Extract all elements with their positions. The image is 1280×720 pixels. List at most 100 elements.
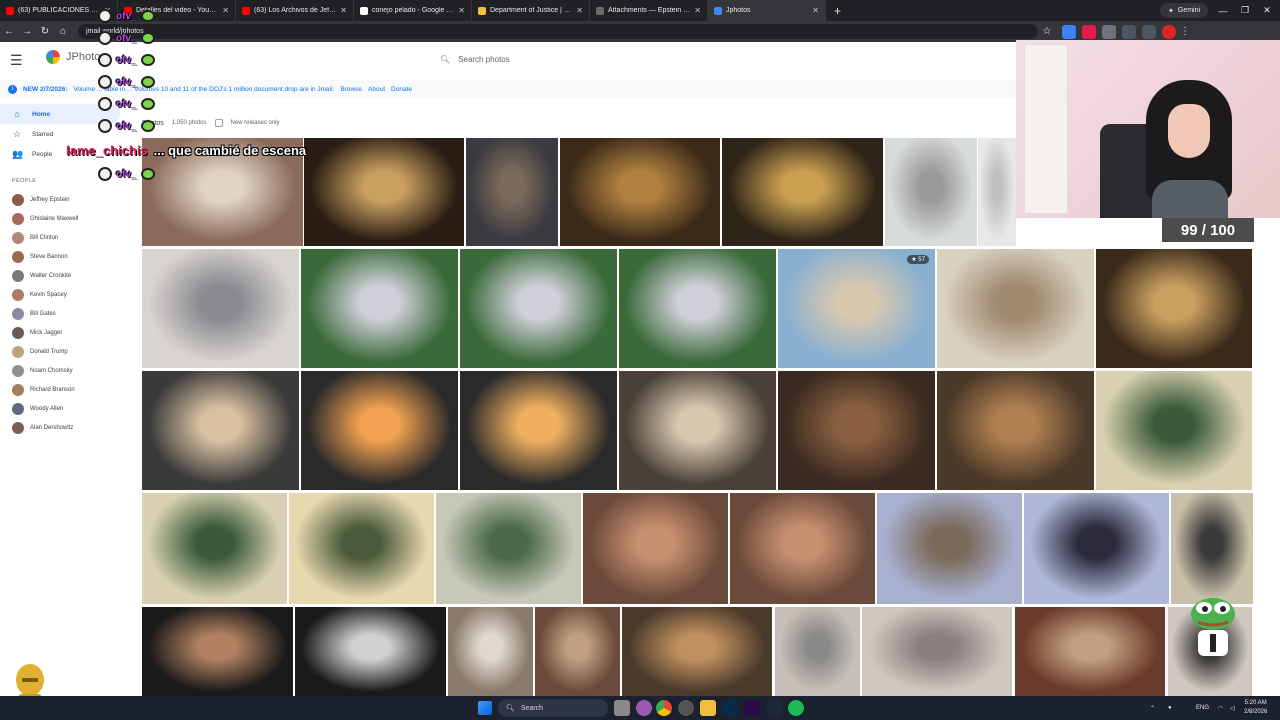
forward-icon[interactable]: → [18, 23, 36, 41]
photo-thumbnail[interactable] [1096, 249, 1252, 368]
window-close-button[interactable]: ✕ [1256, 0, 1278, 21]
photo-thumbnail[interactable] [1015, 607, 1165, 696]
tab-close-icon[interactable]: ✕ [694, 6, 701, 15]
premiere-icon[interactable] [744, 700, 760, 716]
photo-thumbnail[interactable] [1096, 371, 1252, 490]
person-item[interactable]: Walter Cronkite [0, 266, 140, 285]
banner-donate-link[interactable]: Donate [391, 86, 412, 93]
photo-thumbnail[interactable] [1171, 493, 1253, 604]
browser-tab[interactable]: Attachments — Epstein Emails ✕ [590, 0, 708, 21]
steam-icon[interactable] [766, 700, 782, 716]
photo-thumbnail[interactable] [142, 607, 293, 696]
taskbar-app-icon[interactable] [614, 700, 630, 716]
browser-tab[interactable]: Jphotos ✕ [708, 0, 826, 21]
person-item[interactable]: Kevin Spacey [0, 285, 140, 304]
tab-close-icon[interactable]: ✕ [340, 6, 347, 15]
download-icon[interactable] [1142, 24, 1156, 39]
person-item[interactable]: Bill Clinton [0, 228, 140, 247]
photo-thumbnail[interactable] [301, 249, 458, 368]
wifi-icon[interactable]: ◠ [1218, 696, 1223, 720]
volume-icon[interactable]: ◁ [1230, 696, 1235, 720]
photo-thumbnail[interactable] [885, 138, 977, 246]
tab-close-icon[interactable]: ✕ [458, 6, 465, 15]
person-item[interactable]: Woody Allen [0, 399, 140, 418]
gemini-button[interactable]: ✦ Gemini [1160, 3, 1209, 18]
maximize-button[interactable]: ❐ [1234, 0, 1256, 21]
chrome-taskbar-icon[interactable] [656, 700, 672, 716]
file-explorer-icon[interactable] [700, 700, 716, 716]
photo-thumbnail[interactable] [466, 138, 558, 246]
back-icon[interactable]: ← [0, 23, 18, 41]
photo-thumbnail[interactable] [535, 607, 620, 696]
person-item[interactable]: Jeffrey Epstein [0, 190, 140, 209]
home-icon[interactable]: ⌂ [54, 23, 72, 41]
reload-icon[interactable]: ↻ [36, 23, 54, 41]
history-icon[interactable] [1122, 24, 1136, 39]
search-input[interactable]: Search photos [458, 55, 510, 64]
extension-icon[interactable] [1062, 24, 1076, 39]
person-item[interactable]: Steve Bannon [0, 247, 140, 266]
photo-thumbnail[interactable] [142, 371, 299, 490]
taskbar-search[interactable]: 🔍︎ Search [498, 699, 608, 717]
photo-thumbnail[interactable] [301, 371, 458, 490]
spotify-icon[interactable] [788, 700, 804, 716]
photo-thumbnail[interactable] [295, 607, 446, 696]
photo-thumbnail[interactable]: ★ 57 [778, 249, 935, 368]
browser-tab[interactable]: (63) Los Archivos de Jeffrey Eps ✕ [236, 0, 354, 21]
photo-thumbnail[interactable] [142, 493, 287, 604]
photo-thumbnail[interactable] [937, 249, 1094, 368]
photo-thumbnail[interactable] [775, 607, 860, 696]
person-item[interactable]: Ghislaine Maxwell [0, 209, 140, 228]
photo-thumbnail[interactable] [622, 607, 772, 696]
person-item[interactable]: Richard Branson [0, 380, 140, 399]
person-item[interactable]: Donald Trump [0, 342, 140, 361]
language-indicator[interactable]: ENG [1196, 696, 1209, 720]
photo-thumbnail[interactable] [619, 249, 776, 368]
photo-thumbnail[interactable] [778, 371, 935, 490]
photo-thumbnail[interactable] [730, 493, 875, 604]
new-tab-button[interactable]: + [826, 4, 849, 18]
hamburger-menu-icon[interactable]: ☰ [10, 52, 23, 69]
photo-thumbnail[interactable] [722, 138, 883, 246]
photo-thumbnail[interactable] [304, 138, 464, 246]
photo-thumbnail[interactable] [937, 371, 1094, 490]
person-item[interactable]: Noam Chomsky [0, 361, 140, 380]
photo-thumbnail[interactable] [862, 607, 1012, 696]
photo-thumbnail[interactable] [877, 493, 1022, 604]
extensions-puzzle-icon[interactable] [1102, 24, 1116, 39]
photo-thumbnail[interactable] [978, 138, 1016, 246]
tray-app-icon[interactable]: ● [1168, 696, 1172, 720]
person-item[interactable]: Bill Gates [0, 304, 140, 323]
person-item[interactable]: Alan Dershowitz [0, 418, 140, 437]
photoshop-icon[interactable] [722, 700, 738, 716]
photo-thumbnail[interactable] [436, 493, 581, 604]
windows-start-icon[interactable] [478, 701, 492, 715]
photo-thumbnail[interactable] [583, 493, 728, 604]
banner-browse-link[interactable]: Browse [340, 86, 362, 93]
browser-tab[interactable]: Department of Justice | Homep✕ [472, 0, 590, 21]
bookmark-star-icon[interactable]: ☆ [1038, 23, 1056, 41]
tab-close-icon[interactable]: ✕ [812, 6, 819, 15]
new-releases-checkbox[interactable] [214, 119, 223, 127]
address-bar[interactable]: jmail.world/jphotos [78, 24, 1038, 39]
tab-close-icon[interactable]: ✕ [576, 6, 583, 15]
profile-avatar[interactable] [1162, 24, 1176, 39]
banner-about-link[interactable]: About [368, 86, 385, 93]
search-bar[interactable]: 🔍︎ Search photos [440, 49, 860, 69]
photo-thumbnail[interactable] [460, 371, 617, 490]
person-item[interactable]: Mick Jagger [0, 323, 140, 342]
taskbar-app-icon[interactable] [636, 700, 652, 716]
extension-icon[interactable] [1082, 24, 1096, 39]
photo-thumbnail[interactable] [460, 249, 617, 368]
menu-dots-icon[interactable]: ⋮ [1176, 23, 1194, 41]
photo-thumbnail[interactable] [1024, 493, 1169, 604]
photo-thumbnail[interactable] [619, 371, 776, 490]
tray-chevron-icon[interactable]: ⌃ [1150, 696, 1155, 720]
photo-thumbnail[interactable] [289, 493, 434, 604]
tab-close-icon[interactable]: ✕ [222, 6, 229, 15]
photo-thumbnail[interactable] [560, 138, 720, 246]
photo-thumbnail[interactable] [448, 607, 533, 696]
photo-thumbnail[interactable] [142, 249, 299, 368]
browser-tab[interactable]: conejo pelado - Google Search ✕ [354, 0, 472, 21]
taskbar-clock[interactable]: 5:20 AM 2/8/2026 [1244, 699, 1267, 717]
